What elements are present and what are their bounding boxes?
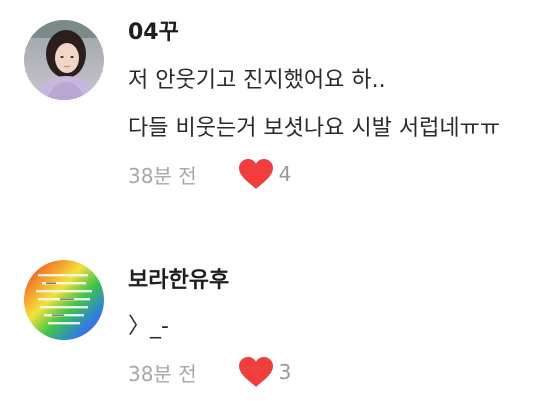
comment-username[interactable]: 04꾸 bbox=[128, 14, 179, 46]
comment-meta: 38분 전 3 bbox=[128, 352, 291, 392]
comment-text-line: 저 안웃기고 진지했어요 하.. bbox=[128, 68, 386, 93]
avatar[interactable] bbox=[24, 260, 104, 340]
like-button[interactable]: 3 bbox=[237, 355, 292, 389]
like-count: 4 bbox=[278, 162, 292, 186]
comment-timestamp: 38분 전 bbox=[128, 163, 197, 188]
profile-photo-icon bbox=[24, 20, 104, 100]
like-button[interactable]: 4 bbox=[237, 157, 292, 191]
comment-item: 04꾸 저 안웃기고 진지했어요 하.. 다들 비웃는거 보셧나요 시발 서럽네… bbox=[0, 0, 557, 210]
heart-icon bbox=[238, 159, 273, 189]
comment-text-line: 다들 비웃는거 보셧나요 시발 서럽네ㅠㅠ bbox=[128, 116, 501, 141]
avatar[interactable] bbox=[24, 20, 104, 100]
comment-meta: 38분 전 4 bbox=[128, 154, 291, 194]
comment-item: 보라한유후 〉_- 38분 전 3 bbox=[0, 240, 557, 418]
heart-icon bbox=[238, 357, 273, 387]
comment-timestamp: 38분 전 bbox=[128, 361, 197, 386]
rainbow-text-image-icon bbox=[24, 260, 104, 340]
like-count: 3 bbox=[278, 360, 292, 384]
comment-username[interactable]: 보라한유후 bbox=[128, 262, 229, 294]
comment-text-line: 〉_- bbox=[128, 314, 169, 339]
